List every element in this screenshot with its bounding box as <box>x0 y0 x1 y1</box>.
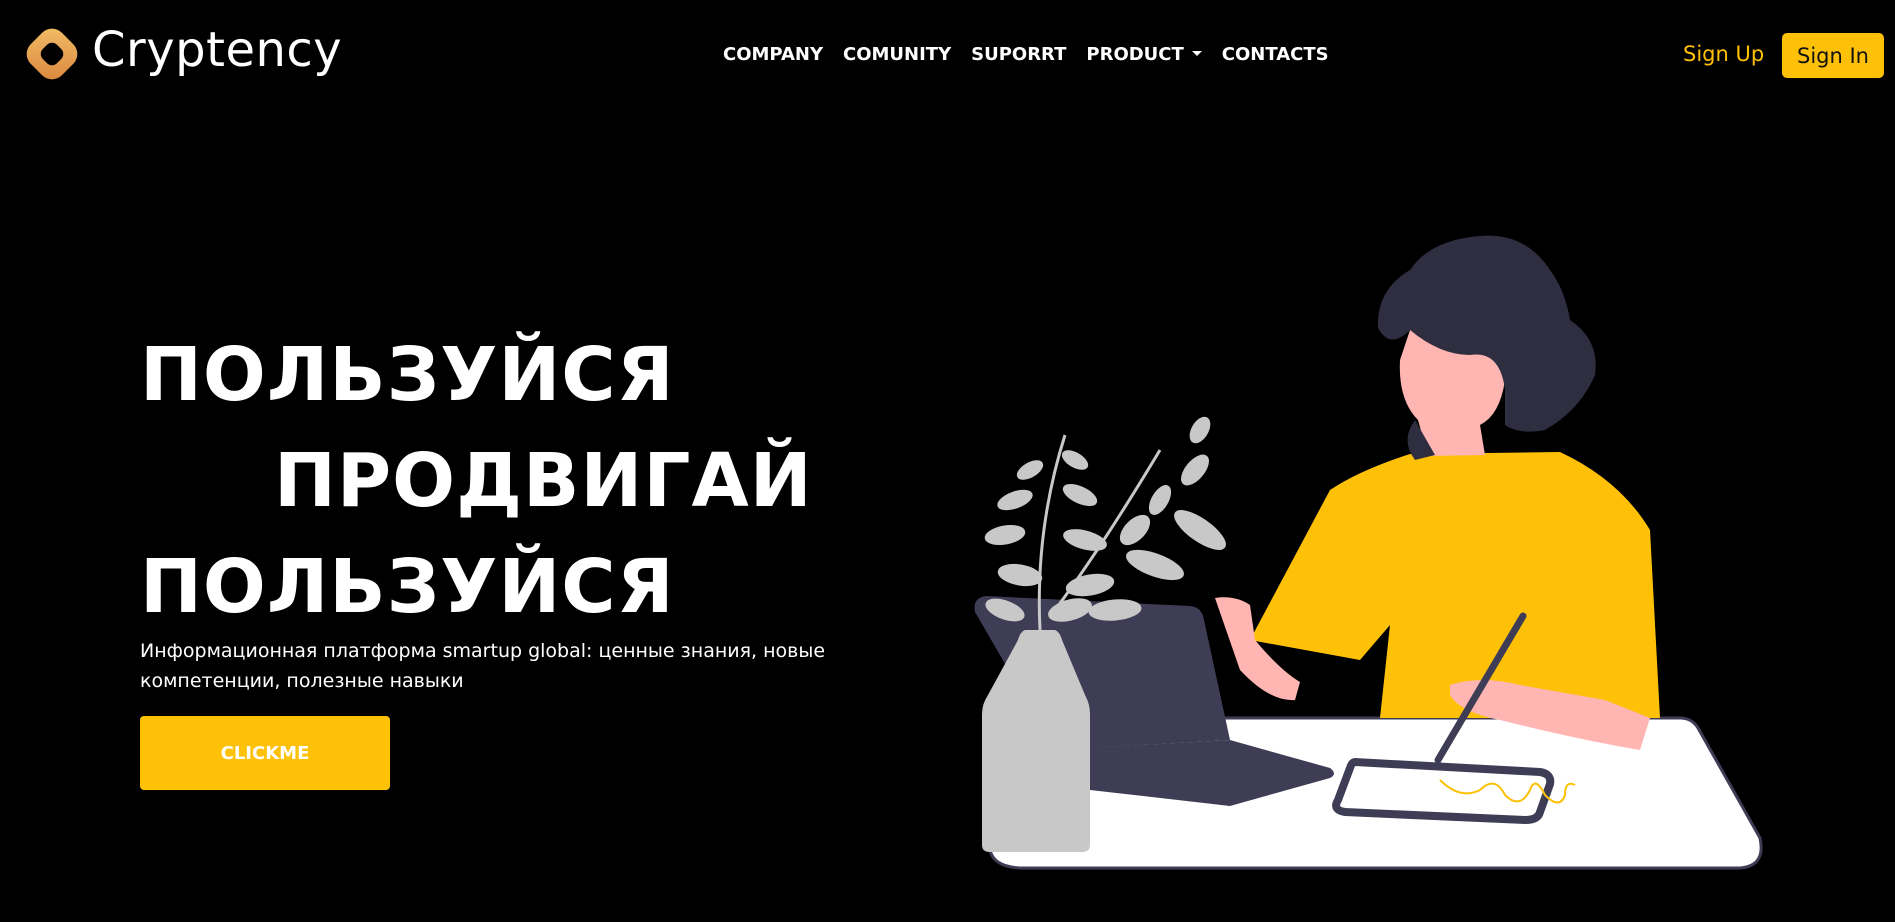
nav-item-company[interactable]: COMPANY <box>723 44 823 65</box>
headline-line-1: ПОЛЬЗУЙСЯ <box>140 332 675 418</box>
headline-line-2: ПРОДВИГАЙ <box>274 438 813 524</box>
nav-item-label: SUPORRT <box>971 44 1067 65</box>
nav-item-label: PRODUCT <box>1086 44 1184 65</box>
brand-logo[interactable]: Cryptency <box>18 20 342 88</box>
brand-name: Cryptency <box>92 22 343 78</box>
hero-headline: ПОЛЬЗУЙСЯ ПРОДВИГАЙ ПОЛЬЗУЙСЯ <box>140 322 813 640</box>
landing-page: Cryptency COMPANY COMUNITY SUPORRT PRODU… <box>0 0 1895 922</box>
nav-item-support[interactable]: SUPORRT <box>971 44 1066 65</box>
main-nav: COMPANY COMUNITY SUPORRT PRODUCT CONTACT… <box>723 44 1349 65</box>
sign-up-link[interactable]: Sign Up <box>1683 42 1764 66</box>
rounded-diamond-logo-icon <box>26 28 78 80</box>
nav-item-label: COMPANY <box>723 44 823 65</box>
sign-in-button[interactable]: Sign In <box>1782 33 1884 78</box>
nav-item-label: CONTACTS <box>1221 44 1329 65</box>
nav-item-label: COMUNITY <box>843 44 952 65</box>
clickme-button[interactable]: CLICKME <box>140 716 390 790</box>
nav-item-community[interactable]: COMUNITY <box>843 44 951 65</box>
person-shirt <box>1250 452 1660 718</box>
tablet <box>1332 757 1555 825</box>
woman-at-desk-illustration <box>974 235 1763 870</box>
hero-subtitle: Информационная платформа smartup global:… <box>140 640 826 692</box>
plant <box>984 416 1226 631</box>
nav-item-contacts[interactable]: CONTACTS <box>1222 44 1329 65</box>
caret-down-icon <box>1191 50 1202 56</box>
nav-item-product-dropdown[interactable]: PRODUCT <box>1086 44 1202 65</box>
headline-line-3: ПОЛЬЗУЙСЯ <box>140 544 675 630</box>
